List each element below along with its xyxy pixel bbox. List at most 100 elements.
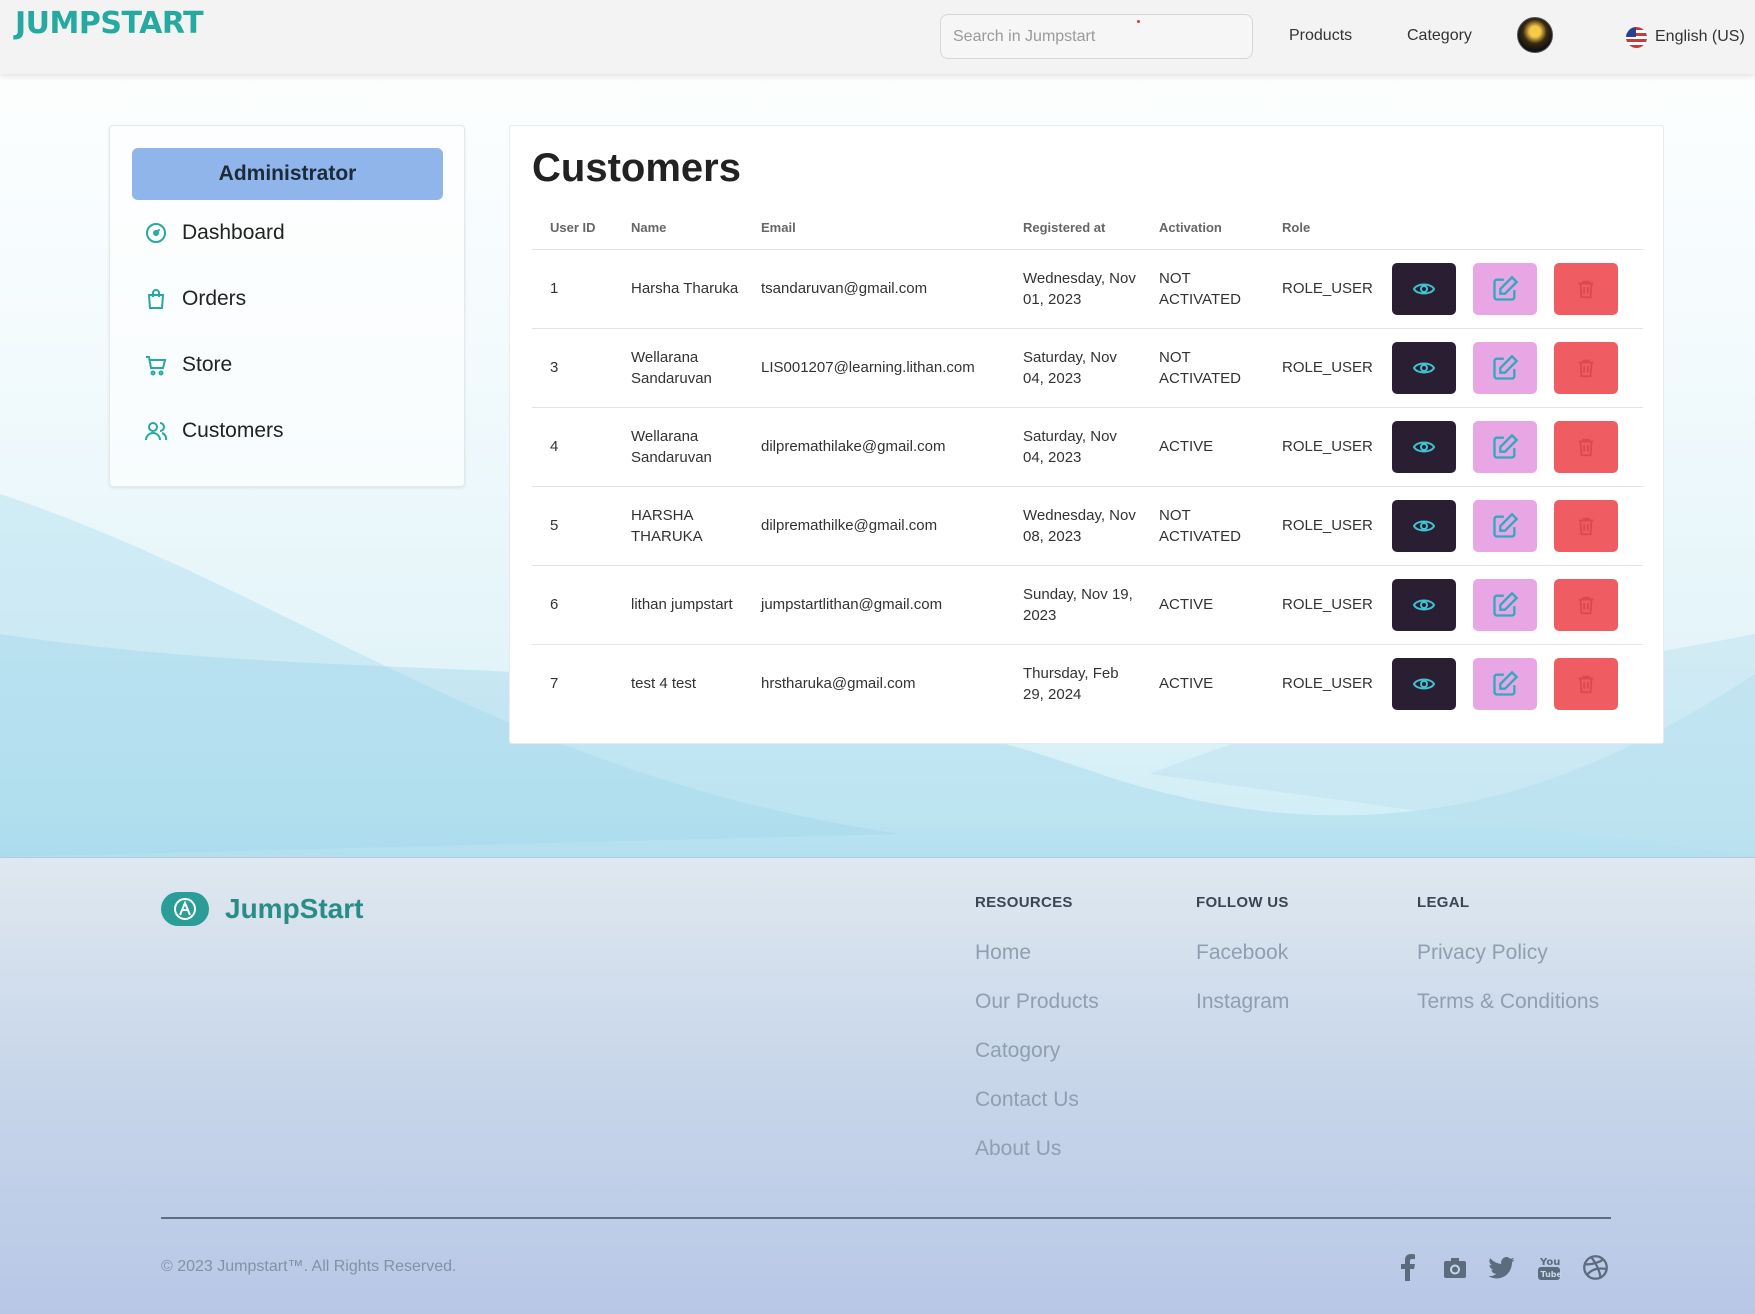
footer-link-about-us[interactable]: About Us bbox=[975, 1137, 1099, 1162]
sidebar-item-customers[interactable]: Customers bbox=[144, 416, 284, 446]
column-header-user-id: User ID bbox=[532, 206, 613, 250]
sidebar-item-dashboard[interactable]: Dashboard bbox=[144, 218, 285, 248]
cell-activation: ACTIVE bbox=[1141, 407, 1264, 487]
users-icon bbox=[145, 422, 168, 441]
cell-user-id: 4 bbox=[532, 407, 613, 487]
language-label: English (US) bbox=[1655, 28, 1745, 45]
trash-icon bbox=[1579, 675, 1594, 693]
cell-actions bbox=[1382, 328, 1643, 408]
view-button[interactable] bbox=[1392, 262, 1456, 315]
edit-button[interactable] bbox=[1473, 420, 1538, 473]
cell-role: ROLE_USER bbox=[1282, 675, 1373, 693]
cell-email: jumpstartlithan@gmail.com bbox=[743, 565, 1005, 645]
footer-link-contact-us[interactable]: Contact Us bbox=[975, 1088, 1099, 1113]
cell-registered: Wednesday, Nov 01, 2023 bbox=[1005, 249, 1141, 329]
column-header-actions bbox=[1382, 206, 1643, 250]
sidebar-item-store[interactable]: Store bbox=[144, 350, 232, 380]
administrator-button[interactable]: Administrator bbox=[132, 148, 443, 200]
edit-button[interactable] bbox=[1473, 262, 1538, 315]
dashboard-gauge-icon bbox=[146, 223, 166, 243]
nav-products-link[interactable]: Products bbox=[1289, 27, 1352, 45]
us-flag-icon bbox=[1626, 26, 1647, 48]
cell-role: ROLE_USER bbox=[1264, 328, 1382, 408]
sidebar-item-orders[interactable]: Orders bbox=[144, 284, 246, 314]
nav-category-link[interactable]: Category bbox=[1407, 27, 1472, 45]
user-avatar[interactable] bbox=[1517, 17, 1553, 53]
social-links: You Tube bbox=[1394, 1254, 1609, 1281]
footer-link-facebook[interactable]: Facebook bbox=[1196, 941, 1289, 966]
admin-sidebar: Administrator Dashboard Orders Store Cus… bbox=[109, 125, 465, 487]
footer-heading: LEGAL bbox=[1417, 894, 1470, 911]
cell-name: HARSHA THARUKA bbox=[613, 486, 743, 566]
dribbble-icon[interactable] bbox=[1582, 1254, 1609, 1281]
customers-table: User ID Name Email Registered at Activat… bbox=[532, 206, 1643, 723]
table-row: 6 lithan jumpstart jumpstartlithan@gmail… bbox=[532, 565, 1643, 645]
footer-link-home[interactable]: Home bbox=[975, 941, 1099, 966]
cell-registered: Sunday, Nov 19, 2023 bbox=[1005, 565, 1141, 645]
view-button[interactable] bbox=[1392, 341, 1456, 394]
cell-actions bbox=[1382, 486, 1643, 566]
eye-icon bbox=[1412, 283, 1436, 294]
delete-button[interactable] bbox=[1554, 578, 1619, 631]
view-button[interactable] bbox=[1392, 499, 1456, 552]
table-row: 3 Wellarana Sandaruvan LIS001207@learnin… bbox=[532, 328, 1643, 408]
sidebar-item-label: Dashboard bbox=[182, 221, 285, 244]
trash-icon bbox=[1579, 517, 1594, 535]
facebook-icon[interactable] bbox=[1394, 1254, 1421, 1281]
instagram-icon[interactable] bbox=[1441, 1254, 1468, 1281]
delete-button[interactable] bbox=[1554, 499, 1619, 552]
view-button[interactable] bbox=[1392, 420, 1456, 473]
trash-icon bbox=[1579, 359, 1594, 377]
view-button[interactable] bbox=[1392, 578, 1456, 631]
footer-follow-column: FOLLOW US Facebook Instagram bbox=[1196, 894, 1289, 1039]
customers-panel: Customers User ID Name Email Registered … bbox=[509, 125, 1664, 744]
cell-actions bbox=[1382, 249, 1643, 329]
footer-link-category[interactable]: Catogory bbox=[975, 1039, 1099, 1064]
cell-actions bbox=[1382, 565, 1643, 645]
cell-user-id: 3 bbox=[532, 328, 613, 408]
footer-legal-column: LEGAL Privacy Policy Terms & Conditions bbox=[1417, 894, 1599, 1039]
cell-email: LIS001207@learning.lithan.com bbox=[743, 328, 1005, 408]
column-header-email: Email bbox=[743, 206, 1005, 250]
view-button[interactable] bbox=[1392, 657, 1456, 710]
delete-button[interactable] bbox=[1554, 262, 1619, 315]
eye-icon bbox=[1412, 520, 1436, 531]
footer-link-instagram[interactable]: Instagram bbox=[1196, 990, 1289, 1015]
cell-activation: ACTIVE bbox=[1141, 565, 1264, 645]
search-input[interactable] bbox=[940, 14, 1253, 59]
cart-icon bbox=[146, 356, 167, 376]
edit-icon bbox=[1493, 670, 1519, 696]
cell-email: dilpremathilake@gmail.com bbox=[743, 407, 1005, 487]
cell-name: lithan jumpstart bbox=[613, 565, 743, 645]
footer-link-privacy-policy[interactable]: Privacy Policy bbox=[1417, 941, 1599, 966]
cell-registered: Saturday, Nov 04, 2023 bbox=[1005, 328, 1141, 408]
edit-button[interactable] bbox=[1473, 657, 1538, 710]
column-header-activation: Activation bbox=[1141, 206, 1264, 250]
delete-button[interactable] bbox=[1554, 341, 1619, 394]
delete-button[interactable] bbox=[1554, 657, 1619, 710]
cell-activation: NOT ACTIVATED bbox=[1141, 249, 1264, 329]
twitter-icon[interactable] bbox=[1488, 1254, 1515, 1281]
footer-divider bbox=[161, 1217, 1611, 1219]
footer-link-our-products[interactable]: Our Products bbox=[975, 990, 1099, 1015]
cell-name: Harsha Tharuka bbox=[613, 249, 743, 329]
sidebar-item-label: Orders bbox=[182, 287, 247, 310]
top-navbar: JUMPSTART Products Category English (US) bbox=[0, 0, 1755, 74]
edit-icon bbox=[1493, 591, 1519, 617]
jumpstart-logo[interactable]: JUMPSTART bbox=[15, 6, 204, 41]
footer-link-terms[interactable]: Terms & Conditions bbox=[1417, 990, 1599, 1015]
youtube-icon[interactable]: You Tube bbox=[1535, 1254, 1562, 1281]
notification-dot bbox=[1137, 20, 1140, 23]
edit-button[interactable] bbox=[1473, 578, 1538, 631]
cell-name: Wellarana Sandaruvan bbox=[613, 328, 743, 408]
language-selector[interactable]: English (US) bbox=[1626, 26, 1745, 48]
svg-text:Tube: Tube bbox=[1540, 1270, 1561, 1279]
cell-role: ROLE_USER bbox=[1264, 565, 1382, 645]
jumpstart-logo-icon bbox=[161, 892, 209, 926]
edit-button[interactable] bbox=[1473, 499, 1538, 552]
edit-icon bbox=[1493, 354, 1519, 380]
delete-button[interactable] bbox=[1554, 420, 1619, 473]
cell-user-id: 1 bbox=[532, 249, 613, 329]
edit-button[interactable] bbox=[1473, 341, 1538, 394]
footer-brand[interactable]: JumpStart bbox=[161, 892, 363, 926]
